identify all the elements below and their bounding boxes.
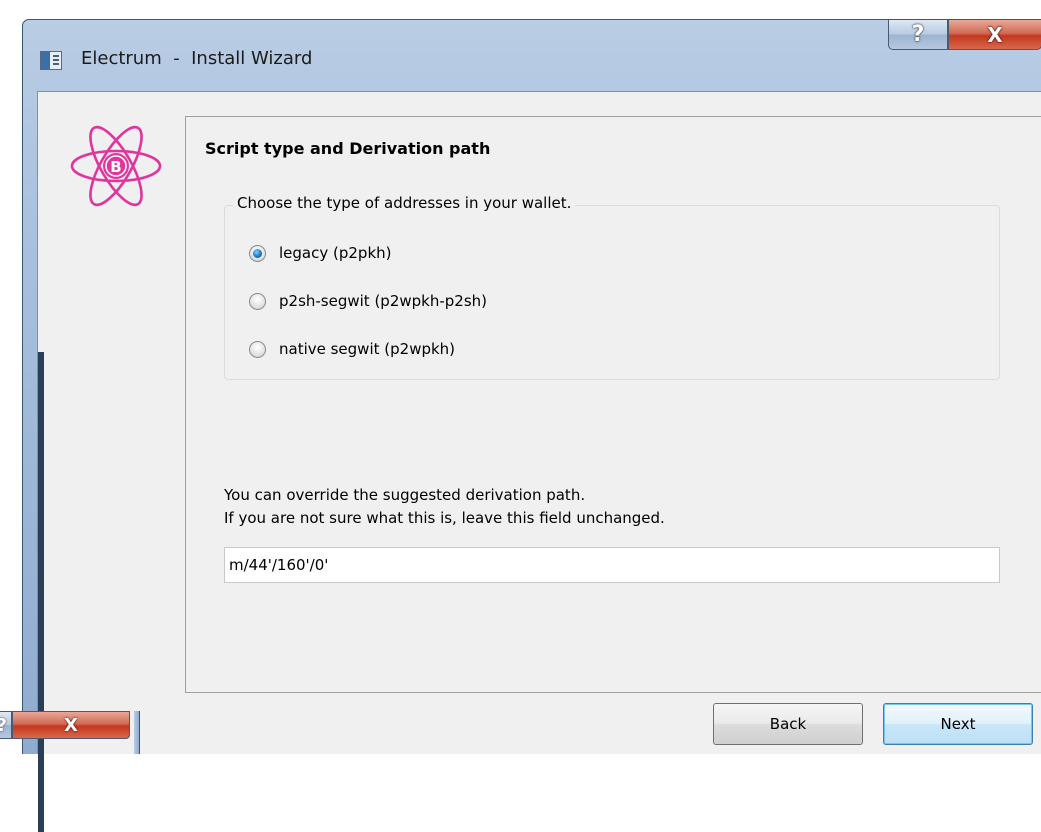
derivation-path-input[interactable] [224, 547, 1000, 583]
wizard-page-panel: Script type and Derivation path Choose t… [185, 116, 1041, 693]
option-p2sh-segwit-label: p2sh-segwit (p2wpkh-p2sh) [279, 292, 488, 310]
title-bar[interactable]: Electrum - Install Wizard ? X [23, 20, 1041, 92]
derivation-info-line-2: If you are not sure what this is, leave … [224, 509, 665, 527]
radio-native-segwit[interactable] [249, 340, 266, 358]
svg-text:B: B [110, 158, 121, 176]
option-native-segwit[interactable]: native segwit (p2wpkh) [249, 340, 455, 358]
close-button[interactable]: X [948, 20, 1041, 50]
wizard-client-area: B Script type and Derivation path Choose… [37, 91, 1041, 832]
option-p2sh-segwit[interactable]: p2sh-segwit (p2wpkh-p2sh) [249, 292, 487, 310]
help-button[interactable]: ? [888, 20, 948, 50]
background-window-edge [134, 711, 140, 754]
address-type-group: Choose the type of addresses in your wal… [224, 194, 1000, 380]
option-legacy[interactable]: legacy (p2pkh) [249, 244, 392, 262]
window-edge-strip [38, 352, 44, 832]
background-close-button[interactable]: X [12, 711, 130, 739]
derivation-info-line-1: You can override the suggested derivatio… [224, 486, 586, 504]
background-window-fragment: ? X [0, 711, 141, 754]
next-button[interactable]: Next [883, 703, 1033, 745]
option-native-segwit-label: native segwit (p2wpkh) [279, 340, 456, 358]
electrum-atom-logo-icon: B [70, 125, 162, 207]
option-legacy-label: legacy (p2pkh) [279, 244, 392, 262]
address-type-group-title: Choose the type of addresses in your wal… [233, 194, 576, 212]
page-title: Script type and Derivation path [205, 139, 491, 158]
radio-p2sh-segwit[interactable] [249, 292, 266, 310]
back-button[interactable]: Back [713, 703, 863, 745]
app-window-icon [40, 51, 62, 70]
install-wizard-window: Electrum - Install Wizard ? X B Script t… [22, 19, 1041, 832]
window-title: Electrum - Install Wizard [81, 48, 313, 69]
background-help-button[interactable]: ? [0, 711, 12, 739]
radio-legacy[interactable] [249, 244, 266, 262]
